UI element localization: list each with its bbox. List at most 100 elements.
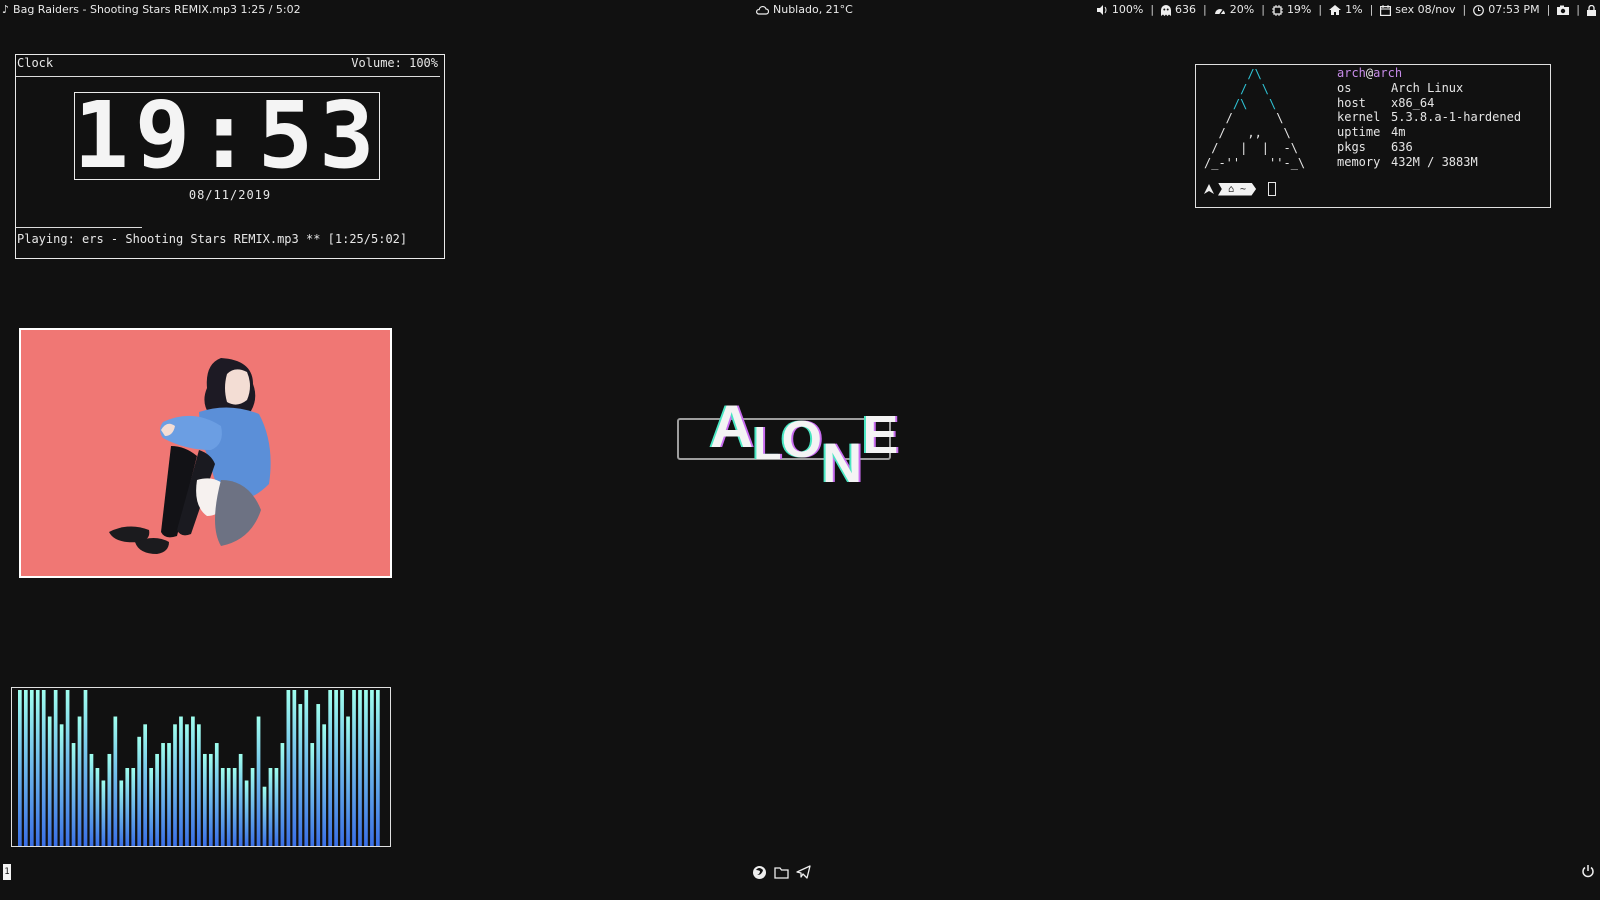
hostname: arch — [1373, 66, 1403, 80]
clock-title: Clock — [17, 56, 54, 70]
disk-module[interactable]: 1% — [1329, 0, 1363, 20]
visualizer-bar — [280, 743, 285, 846]
bottom-bar: 1 — [0, 862, 1600, 882]
visualizer-bar — [167, 743, 171, 846]
visualizer-bar — [197, 724, 201, 846]
visualizer-bar — [322, 724, 327, 846]
calendar-icon — [1380, 4, 1392, 16]
camera-icon — [1557, 5, 1570, 15]
logo-letter: E — [862, 405, 899, 465]
system-info: arch@arch os Arch Linux host x86_64 kernel… — [1337, 66, 1521, 170]
logo-letter: O — [781, 411, 822, 469]
audio-visualizer — [11, 687, 391, 847]
visualizer-bar — [220, 768, 225, 846]
power-button[interactable] — [1581, 863, 1595, 882]
separator: | — [1203, 3, 1207, 16]
visualizer-bar — [232, 768, 237, 846]
visualizer-bar — [23, 690, 28, 846]
username: arch — [1337, 66, 1366, 80]
visualizer-bar — [214, 743, 219, 846]
separator: | — [1546, 3, 1551, 16]
visualizer-bar — [274, 768, 279, 846]
neofetch-terminal: /\ / \ /\ \ / \ / ,, \ / | | -\ /_-'' ''… — [1195, 64, 1551, 208]
visualizer-bar — [304, 690, 309, 846]
folder-icon[interactable] — [774, 866, 789, 879]
info-row: uptime 4m — [1337, 125, 1406, 140]
visualizer-bar — [95, 768, 100, 846]
clock-date: 08/11/2019 — [188, 188, 272, 202]
visualizer-bar — [185, 724, 189, 846]
firefox-icon[interactable] — [752, 865, 767, 880]
visualizer-bar — [125, 768, 130, 846]
screenshot-button[interactable] — [1557, 0, 1570, 20]
gauge-icon — [1214, 9, 1225, 15]
info-row: kernel 5.3.8.a-1-hardened — [1337, 110, 1522, 125]
visualizer-bar — [131, 768, 136, 846]
visualizer-bar — [292, 690, 297, 846]
shell-prompt[interactable]: ⌂ ~ — [1204, 182, 1277, 196]
visualizer-bar — [298, 704, 303, 846]
visualizer-bar — [137, 736, 142, 846]
visualizer-bar — [65, 690, 70, 846]
workspace-indicator[interactable]: 1 — [3, 864, 11, 880]
visualizer-bar — [268, 768, 273, 846]
volume-module[interactable]: 100% — [1096, 0, 1143, 20]
time-value: 07:53 PM — [1488, 3, 1540, 16]
visualizer-bar — [107, 753, 112, 846]
disk-value: 1% — [1345, 3, 1363, 16]
app-dock — [752, 862, 811, 882]
visualizer-bar — [173, 724, 177, 846]
visualizer-bar — [334, 690, 338, 846]
visualizer-bar — [155, 753, 159, 846]
visualizer-bar — [226, 768, 231, 846]
lock-button[interactable] — [1587, 0, 1596, 20]
separator: | — [1261, 3, 1265, 16]
weather-text: Nublado, 21°C — [773, 3, 853, 16]
memory-module[interactable]: 19% — [1271, 0, 1312, 20]
visualizer-bar — [119, 780, 124, 846]
big-time: 19:53 — [73, 82, 381, 189]
anime-girl-illustration — [21, 330, 390, 576]
memory-value: 19% — [1286, 3, 1312, 16]
separator: | — [1462, 3, 1467, 16]
telegram-icon[interactable] — [796, 865, 811, 879]
separator: | — [1369, 3, 1374, 16]
top-bar: ♪ Bag Raiders - Shooting Stars REMIX.mp3… — [0, 0, 1600, 20]
now-playing[interactable]: ♪ Bag Raiders - Shooting Stars REMIX.mp3… — [2, 0, 301, 20]
playing-line: Playing: ers - Shooting Stars REMIX.mp3 … — [17, 232, 408, 246]
clock-icon — [1473, 4, 1485, 16]
packages-module[interactable]: 636 — [1161, 0, 1196, 20]
music-note-icon: ♪ — [2, 3, 10, 16]
cpu-module[interactable]: 20% — [1214, 0, 1254, 20]
clock-volume: Volume: 100% — [351, 56, 438, 70]
info-row: memory 432M / 3883M — [1337, 154, 1478, 169]
arch-icon — [1204, 184, 1214, 194]
visualizer-bar — [18, 690, 22, 846]
visualizer-bars — [18, 690, 380, 846]
visualizer-bar — [346, 716, 350, 846]
visualizer-bar — [310, 743, 315, 846]
visualizer-bar — [83, 690, 88, 846]
power-icon — [1582, 865, 1594, 878]
separator: | — [1318, 3, 1323, 16]
separator: | — [1576, 3, 1580, 16]
wallpaper-artwork — [19, 328, 392, 578]
visualizer-bar — [53, 690, 58, 846]
visualizer-bar — [143, 724, 148, 846]
weather[interactable]: Nublado, 21°C — [755, 0, 853, 20]
visualizer-bar — [262, 786, 267, 846]
visualizer-bar — [113, 716, 118, 846]
visualizer-bar — [340, 690, 344, 846]
time-module[interactable]: 07:53 PM — [1473, 0, 1540, 20]
ghost-icon — [1161, 4, 1172, 16]
visualizer-bar — [191, 716, 195, 846]
visualizer-bar — [202, 753, 207, 846]
visualizer-bar — [149, 768, 153, 846]
cloud-icon — [756, 5, 769, 15]
date-module[interactable]: sex 08/nov — [1380, 0, 1456, 20]
visualizer-bar — [47, 716, 52, 846]
visualizer-bar — [101, 780, 106, 846]
packages-value: 636 — [1175, 3, 1197, 16]
visualizer-bar — [35, 690, 40, 846]
now-playing-text: Bag Raiders - Shooting Stars REMIX.mp3 1… — [13, 3, 301, 16]
